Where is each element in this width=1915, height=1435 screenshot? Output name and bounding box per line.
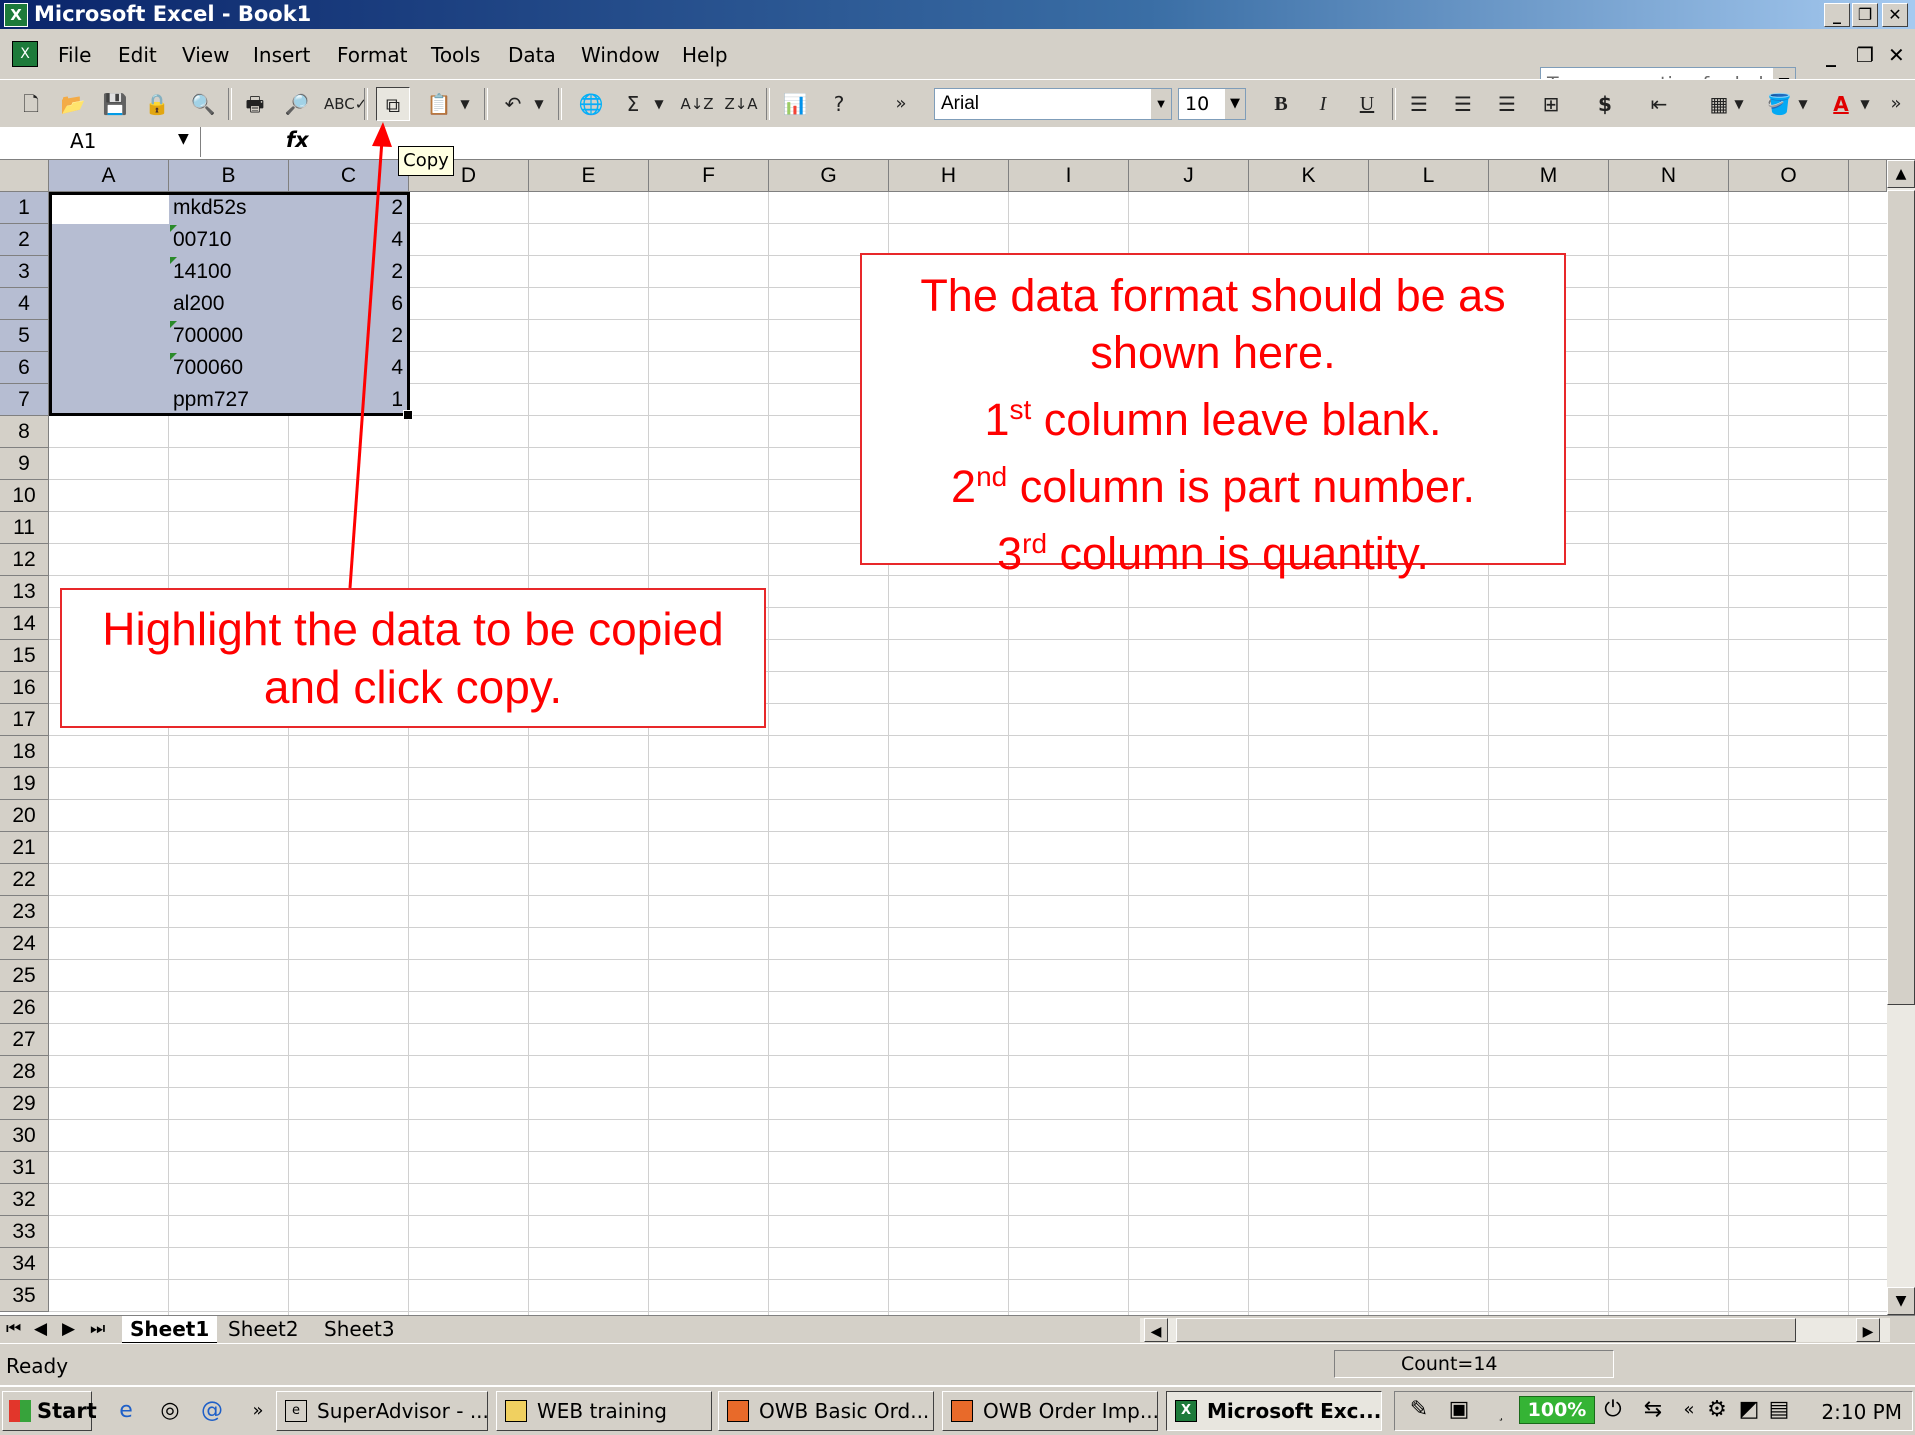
callout-arrow — [348, 122, 392, 589]
browser-icon[interactable]: @ — [198, 1397, 226, 1425]
start-label: Start — [37, 1399, 97, 1423]
expand-tray-icon[interactable]: « — [1675, 1396, 1703, 1424]
excel-window: X Microsoft Excel - Book1 _ ❐ ✕ X File E… — [0, 0, 1915, 1435]
sheet-tabs-bar: ⏮ ◀ ▶ ⏭ Sheet1 Sheet2 Sheet3 ◀ ▶ — [0, 1315, 1915, 1344]
tray-app-icon[interactable]: ⚙ — [1703, 1396, 1731, 1424]
clock: 2:10 PM — [1821, 1400, 1902, 1424]
power-plug-icon[interactable]: ⏻ — [1599, 1396, 1627, 1424]
scroll-left-icon[interactable]: ◀ — [1144, 1318, 1168, 1342]
sheet-tab-sheet2[interactable]: Sheet2 — [220, 1316, 307, 1342]
status-count: Count=14 — [1334, 1350, 1614, 1378]
more-quicklaunch-icon[interactable]: » — [244, 1397, 272, 1425]
powerpoint-icon — [727, 1400, 749, 1422]
scroll-thumb[interactable] — [1176, 1318, 1796, 1342]
prev-sheet-icon[interactable]: ◀ — [34, 1319, 47, 1339]
excel-icon: X — [1175, 1400, 1197, 1422]
status-bar: Ready Count=14 — [0, 1343, 1915, 1386]
horizontal-scrollbar[interactable]: ◀ ▶ — [1140, 1318, 1890, 1342]
task-label: Microsoft Exc... — [1207, 1399, 1382, 1423]
task-owb-order-import[interactable]: OWB Order Imp... — [942, 1391, 1158, 1431]
internet-explorer-icon[interactable]: e — [112, 1397, 140, 1425]
zoom-badge[interactable]: 100% — [1519, 1396, 1595, 1424]
status-mode: Ready — [6, 1354, 69, 1378]
first-sheet-icon[interactable]: ⏮ — [6, 1319, 21, 1339]
folder-icon — [505, 1400, 527, 1422]
task-label: OWB Basic Ord... — [759, 1399, 930, 1423]
language-bar-icon[interactable]: ▣ — [1445, 1396, 1473, 1424]
start-button[interactable]: Start — [2, 1391, 97, 1431]
scroll-right-icon[interactable]: ▶ — [1856, 1318, 1880, 1342]
taskbar: Start e ◎ @ » e SuperAdvisor - ... WEB tr… — [0, 1385, 1915, 1435]
tray-small-icon[interactable]: ¸ — [1487, 1400, 1515, 1428]
tray-app-icon[interactable]: ▤ — [1765, 1396, 1793, 1424]
system-tray: ✎ ▣ ¸ 100% ⏻ ⇆ « ⚙ ◩ ▤ 2:10 PM — [1394, 1391, 1913, 1431]
task-microsoft-excel[interactable]: X Microsoft Exc... — [1166, 1391, 1382, 1431]
outlook-icon[interactable]: ◎ — [156, 1397, 184, 1425]
task-label: OWB Order Imp... — [983, 1399, 1158, 1423]
app-icon: e — [285, 1400, 307, 1422]
task-superadvisor[interactable]: e SuperAdvisor - ... — [276, 1391, 488, 1431]
sheet-tab-sheet1[interactable]: Sheet1 — [122, 1316, 218, 1344]
powerpoint-icon — [951, 1400, 973, 1422]
network-icon[interactable]: ⇆ — [1639, 1396, 1667, 1424]
pen-icon[interactable]: ✎ — [1405, 1396, 1433, 1424]
next-sheet-icon[interactable]: ▶ — [62, 1319, 75, 1339]
task-label: WEB training — [537, 1399, 667, 1423]
task-web-training[interactable]: WEB training — [496, 1391, 712, 1431]
task-label: SuperAdvisor - ... — [317, 1399, 488, 1423]
last-sheet-icon[interactable]: ⏭ — [90, 1319, 105, 1339]
windows-logo-icon — [9, 1400, 31, 1422]
sheet-tab-sheet3[interactable]: Sheet3 — [316, 1316, 403, 1342]
tray-app-icon[interactable]: ◩ — [1735, 1396, 1763, 1424]
task-owb-basic[interactable]: OWB Basic Ord... — [718, 1391, 934, 1431]
